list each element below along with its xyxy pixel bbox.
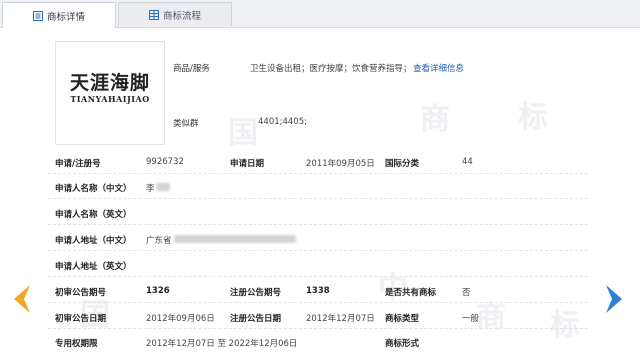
view-details-link[interactable]: 查看详细信息 — [413, 62, 464, 74]
watermark: 标 — [518, 100, 548, 135]
reg-date-value: 2012年12月07日 — [306, 314, 375, 324]
row-divider — [48, 198, 588, 199]
watermark: 标 — [550, 308, 580, 343]
previous-arrow-icon[interactable] — [12, 283, 32, 315]
row-divider — [48, 328, 588, 329]
tm-type-label: 商标类型 — [385, 314, 420, 324]
exclusive-period-value: 2012年12月07日 至 2022年12月06日 — [146, 339, 298, 349]
shared-tm-label: 是否共有商标 — [385, 288, 437, 298]
prelim-date-value: 2012年09月06日 — [146, 314, 215, 324]
row-divider — [48, 250, 588, 251]
row-divider — [48, 173, 588, 174]
reg-no-value: 9926732 — [146, 157, 184, 167]
reg-issue-label: 注册公告期号 — [230, 288, 282, 298]
apply-date-value: 2011年09月05日 — [306, 159, 375, 169]
tab-trademark-details[interactable]: 商标详情 — [2, 2, 116, 28]
watermark: 商 — [420, 102, 450, 137]
tab-label: 商标详情 — [46, 11, 85, 23]
watermark: 国 — [228, 116, 258, 151]
next-arrow-icon[interactable] — [604, 283, 624, 315]
logo-english: TIANYAHAIJIAO — [70, 94, 150, 104]
reg-issue-value: 1338 — [306, 286, 330, 296]
redacted-mask — [174, 235, 296, 243]
grid-icon — [148, 9, 159, 20]
similar-group-value: 4401;4405; — [258, 117, 307, 127]
address-cn-label: 申请人地址（中文） — [55, 236, 132, 246]
shared-tm-value: 否 — [462, 288, 471, 298]
goods-label: 商品/服务 — [173, 64, 210, 74]
tab-trademark-process[interactable]: 商标流程 — [118, 2, 232, 26]
row-divider — [48, 302, 588, 303]
row-divider — [48, 276, 588, 277]
address-cn-value: 广东省 — [146, 236, 172, 246]
tm-form-label: 商标形式 — [385, 339, 420, 349]
watermark: 中 — [378, 271, 408, 306]
reg-no-label: 申请/注册号 — [55, 159, 101, 169]
tab-bar: 商标详情 商标流程 — [0, 0, 640, 28]
redacted-mask — [156, 183, 170, 191]
list-icon — [32, 10, 43, 21]
applicant-en-label: 申请人名称（英文） — [55, 210, 132, 220]
similar-group-label: 类似群 — [173, 119, 199, 129]
watermark: 商 — [476, 300, 506, 335]
prelim-issue-value: 1326 — [146, 286, 170, 296]
prelim-issue-label: 初审公告期号 — [55, 288, 107, 298]
applicant-cn-label: 申请人名称（中文） — [55, 184, 132, 194]
apply-date-label: 申请日期 — [230, 159, 265, 169]
reg-date-label: 注册公告日期 — [230, 314, 282, 324]
trademark-image: 天涯海脚 TIANYAHAIJIAO — [55, 41, 165, 145]
tab-label: 商标流程 — [162, 10, 201, 22]
exclusive-period-label: 专用权期限 — [55, 339, 98, 349]
address-en-label: 申请人地址（英文） — [55, 262, 132, 272]
tm-type-value: 一般 — [462, 314, 480, 324]
intl-class-label: 国际分类 — [385, 159, 420, 169]
prelim-date-label: 初审公告日期 — [55, 314, 107, 324]
row-divider — [48, 224, 588, 225]
logo-chinese: 天涯海脚 — [69, 72, 150, 94]
applicant-cn-value: 李 — [146, 184, 155, 194]
intl-class-value: 44 — [462, 157, 473, 167]
goods-value: 卫生设备出租；医疗按摩；饮食营养指导； — [250, 64, 412, 74]
